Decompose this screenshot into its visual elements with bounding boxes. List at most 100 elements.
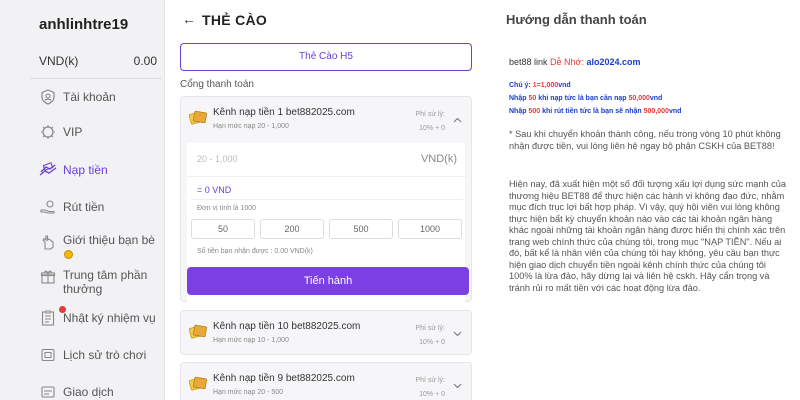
fee-label: Phí sử lý: <box>415 325 445 332</box>
channel-name: Kênh nạp tiền 1 bet882025.com <box>213 107 355 118</box>
proceed-button[interactable]: Tiến hành <box>187 267 469 295</box>
warning-paragraph: Hiện nay, đã xuất hiện một số đối tượng … <box>509 179 786 293</box>
chevron-up-icon[interactable] <box>453 115 462 125</box>
channel-limit: Hạn mức nạp 20 - 500 <box>213 389 284 396</box>
sidebar-item-deposit[interactable]: Nạp tiền <box>39 158 161 182</box>
channel-limit: Hạn mức nạp 20 - 1,000 <box>213 123 289 130</box>
channel-card-icon <box>189 110 207 125</box>
balance-value: 0.00 <box>133 54 157 68</box>
back-arrow-icon[interactable]: ← <box>182 11 196 27</box>
sidebar-item-label-wrap: Giới thiệu bạn bè <box>63 233 155 261</box>
coin-icon <box>64 250 73 260</box>
channel-header[interactable]: Kênh nạp tiền 9 bet882025.com Hạn mức nạ… <box>181 363 471 400</box>
received-amount: Số tiền bạn nhận được : 0.00 VND(k) <box>197 248 313 255</box>
channel-fee: Phí sử lý: 10% + 0 <box>405 322 445 350</box>
page-title: THẺ CÀO <box>202 12 268 28</box>
tab-card-h5[interactable]: Thẻ Cào H5 <box>180 43 472 71</box>
rule-text: vnd <box>649 95 663 102</box>
sidebar-item-label: Rút tiền <box>63 200 105 214</box>
chevron-down-icon[interactable] <box>453 329 462 339</box>
refer-friend-icon <box>39 233 57 251</box>
guide-title: Hướng dẫn thanh toán <box>506 12 647 27</box>
sidebar-item-game-history[interactable]: Lịch sử trò chơi <box>39 343 161 367</box>
sidebar-item-transactions[interactable]: Giao dịch <box>39 380 161 400</box>
deposit-icon <box>39 161 57 179</box>
amount-input[interactable]: 20 - 1,000 VND(k) <box>187 143 467 177</box>
amount-unit: VND(k) <box>420 153 457 165</box>
quick-amount-500[interactable]: 500 <box>329 219 393 239</box>
page: anhlinhtre19 VND(k) 0.00 Tài khoản VIP N… <box>0 0 800 400</box>
sidebar-item-label: Nạp tiền <box>63 163 108 177</box>
rule-deposit: Nhập 50 khi nạp tức là bạn cần nạp 50,00… <box>509 95 662 102</box>
channel-header[interactable]: Kênh nạp tiền 1 bet882025.com Hạn mức nạ… <box>181 97 471 143</box>
channel-fee: Phí sử lý: 10% + 0 <box>405 108 445 136</box>
rule-text: khi rút tiền tức là bạn sẽ nhận <box>542 108 642 115</box>
sidebar-item-label: Trung tâm phần thưởng <box>63 268 148 296</box>
balance-row: VND(k) 0.00 <box>39 54 157 68</box>
quick-amount-50[interactable]: 50 <box>191 219 255 239</box>
rule-highlight: 50,000 <box>628 95 650 102</box>
sidebar-item-vip[interactable]: VIP <box>39 120 161 144</box>
quick-amount-200[interactable]: 200 <box>260 219 324 239</box>
sidebar-item-withdraw[interactable]: Rút tiền <box>39 195 161 219</box>
link-prefix: bet88 link <box>509 57 548 67</box>
balance-label: VND(k) <box>39 54 79 68</box>
channel-card-1: Kênh nạp tiền 1 bet882025.com Hạn mức nạ… <box>180 96 472 347</box>
sidebar-item-label: VIP <box>63 125 83 139</box>
channel-name: Kênh nạp tiền 9 bet882025.com <box>213 373 355 384</box>
deposit-panel: ← THẺ CÀO Thẻ Cào H5 Cổng thanh toán Kên… <box>166 0 486 400</box>
rule-highlight: 1=1,000 <box>532 82 559 89</box>
rule-highlight: 500 <box>528 108 541 115</box>
channel-name: Kênh nạp tiền 10 bet882025.com <box>213 321 361 332</box>
sidebar-item-task-log[interactable]: Nhật ký nhiệm vụ <box>39 306 161 330</box>
channel-card-9[interactable]: Kênh nạp tiền 9 bet882025.com Hạn mức nạ… <box>180 362 472 400</box>
rule-ratio: Chú ý: 1=1,000vnd <box>509 82 571 89</box>
rule-withdraw: Nhập 500 khi rút tiền tức là bạn sẽ nhận… <box>509 108 681 115</box>
rule-text: Nhập <box>509 95 527 102</box>
converted-amount: = 0 VND <box>197 185 232 195</box>
fee-label: Phí sử lý: <box>415 111 445 118</box>
link-url[interactable]: alo2024.com <box>586 57 640 67</box>
rule-highlight: 50 <box>528 95 537 102</box>
link-line: bet88 link Dễ Nhớ: alo2024.com <box>509 57 641 67</box>
channel-card-icon <box>189 376 207 391</box>
fee-label: Phí sử lý: <box>415 377 445 384</box>
fee-value: 10% + 0 <box>419 125 445 132</box>
chevron-down-icon[interactable] <box>453 381 462 391</box>
transaction-icon <box>39 383 57 400</box>
channel-card-10[interactable]: Kênh nạp tiền 10 bet882025.com Hạn mức n… <box>180 310 472 355</box>
user-shield-icon <box>39 88 57 106</box>
unit-note: Đơn vị tính là 1000 <box>197 205 257 212</box>
payment-guide: Hướng dẫn thanh toán bet88 link Dễ Nhớ: … <box>487 0 800 400</box>
sidebar-item-label: Giao dịch <box>63 385 114 399</box>
rule-text: vnd <box>558 82 571 89</box>
amount-placeholder: 20 - 1,000 <box>197 154 238 164</box>
username: anhlinhtre19 <box>39 16 129 33</box>
channel-header[interactable]: Kênh nạp tiền 10 bet882025.com Hạn mức n… <box>181 311 471 357</box>
rule-highlight: 500,000 <box>643 108 669 115</box>
withdraw-icon <box>39 198 57 216</box>
channel-card-icon <box>189 324 207 339</box>
sidebar-item-rewards[interactable]: Trung tâm phần thưởng <box>39 268 161 298</box>
rule-text: Chú ý: <box>509 82 531 89</box>
rule-text: vnd <box>668 108 682 115</box>
sidebar-item-account[interactable]: Tài khoản <box>39 85 161 109</box>
divider <box>191 199 463 200</box>
sidebar-divider <box>30 78 162 79</box>
fee-value: 10% + 0 <box>419 339 445 346</box>
sidebar-item-label: Tài khoản <box>63 90 116 104</box>
quick-amount-1000[interactable]: 1000 <box>398 219 462 239</box>
sidebar: anhlinhtre19 VND(k) 0.00 Tài khoản VIP N… <box>0 0 165 400</box>
task-log-icon <box>39 309 57 327</box>
notification-dot <box>59 306 66 313</box>
rule-text: Nhập <box>509 108 527 115</box>
gift-icon <box>39 268 57 286</box>
sidebar-item-refer-friend[interactable]: Giới thiệu bạn bè <box>39 233 161 269</box>
rule-text: khi nạp tức là bạn cần nạp <box>538 95 627 102</box>
sidebar-item-label: Giới thiệu bạn bè <box>63 233 155 247</box>
link-remember: Dễ Nhớ: <box>550 57 584 67</box>
gateway-label: Cổng thanh toán <box>180 79 254 90</box>
sidebar-item-label: Nhật ký nhiệm vụ <box>63 311 156 325</box>
vip-badge-icon <box>39 123 57 141</box>
channel-limit: Hạn mức nạp 10 - 1,000 <box>213 337 289 344</box>
